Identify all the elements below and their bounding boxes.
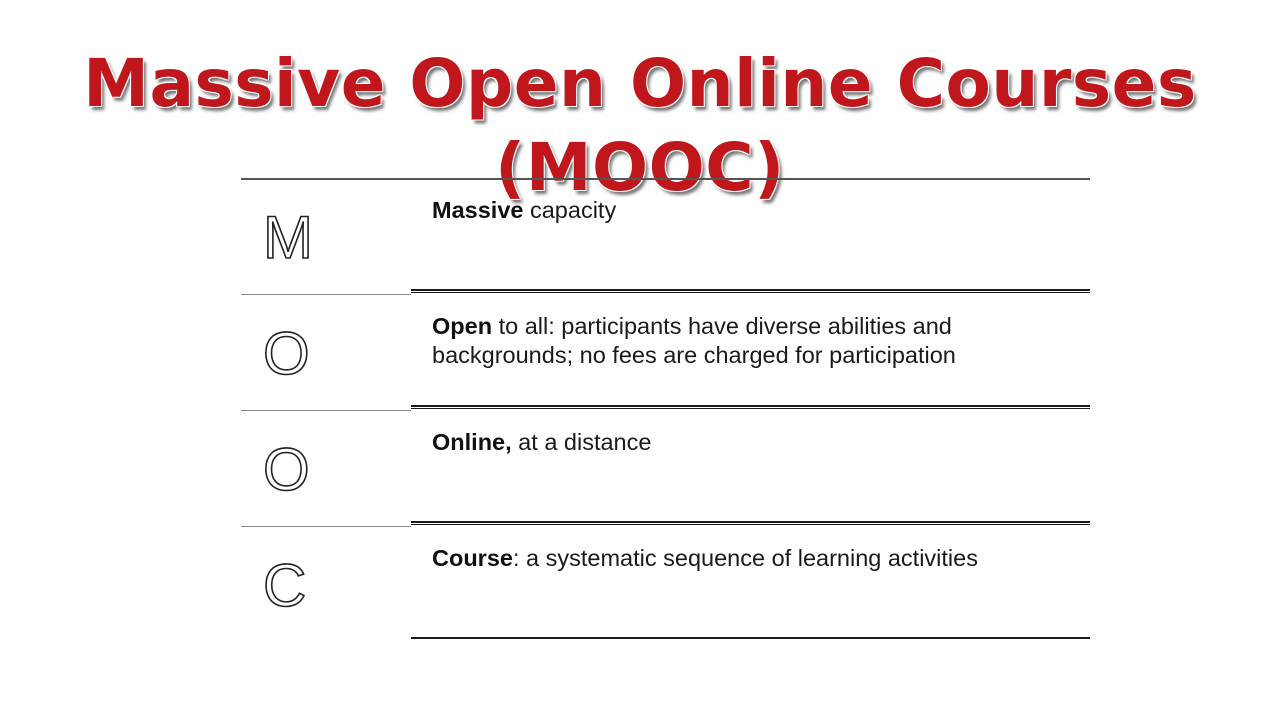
row-definition: : a systematic sequence of learning acti… [512, 545, 978, 571]
row-separator [241, 526, 411, 527]
row-letter: M [262, 204, 314, 271]
row-online: O Online, at a distance [241, 410, 1090, 526]
row-letter: O [262, 320, 310, 387]
row-letter: O [262, 436, 310, 503]
row-definition: capacity [523, 197, 617, 223]
row-letter: C [262, 552, 307, 619]
row-description: Massive capacity [432, 196, 1082, 225]
mooc-acronym-table: M Massive capacity O Open to all: partic… [241, 178, 1090, 648]
row-term: Online, [432, 429, 512, 455]
row-bottom-rule [411, 289, 1090, 293]
row-separator [241, 410, 411, 411]
row-description: Open to all: participants have diverse a… [432, 312, 1082, 370]
row-description: Course: a systematic sequence of learnin… [432, 544, 1082, 573]
row-course: C Course: a systematic sequence of learn… [241, 526, 1090, 642]
row-separator [241, 294, 411, 295]
row-definition: to all: participants have diverse abilit… [432, 313, 956, 368]
row-definition: at a distance [511, 429, 652, 455]
row-bottom-rule [411, 521, 1090, 525]
row-term: Course [432, 545, 513, 571]
row-term: Massive [432, 197, 524, 223]
row-term: Open [432, 313, 493, 339]
row-bottom-rule [411, 637, 1090, 640]
row-open: O Open to all: participants have diverse… [241, 294, 1090, 410]
row-description: Online, at a distance [432, 428, 1082, 457]
row-massive: M Massive capacity [241, 178, 1090, 294]
row-bottom-rule [411, 405, 1090, 409]
